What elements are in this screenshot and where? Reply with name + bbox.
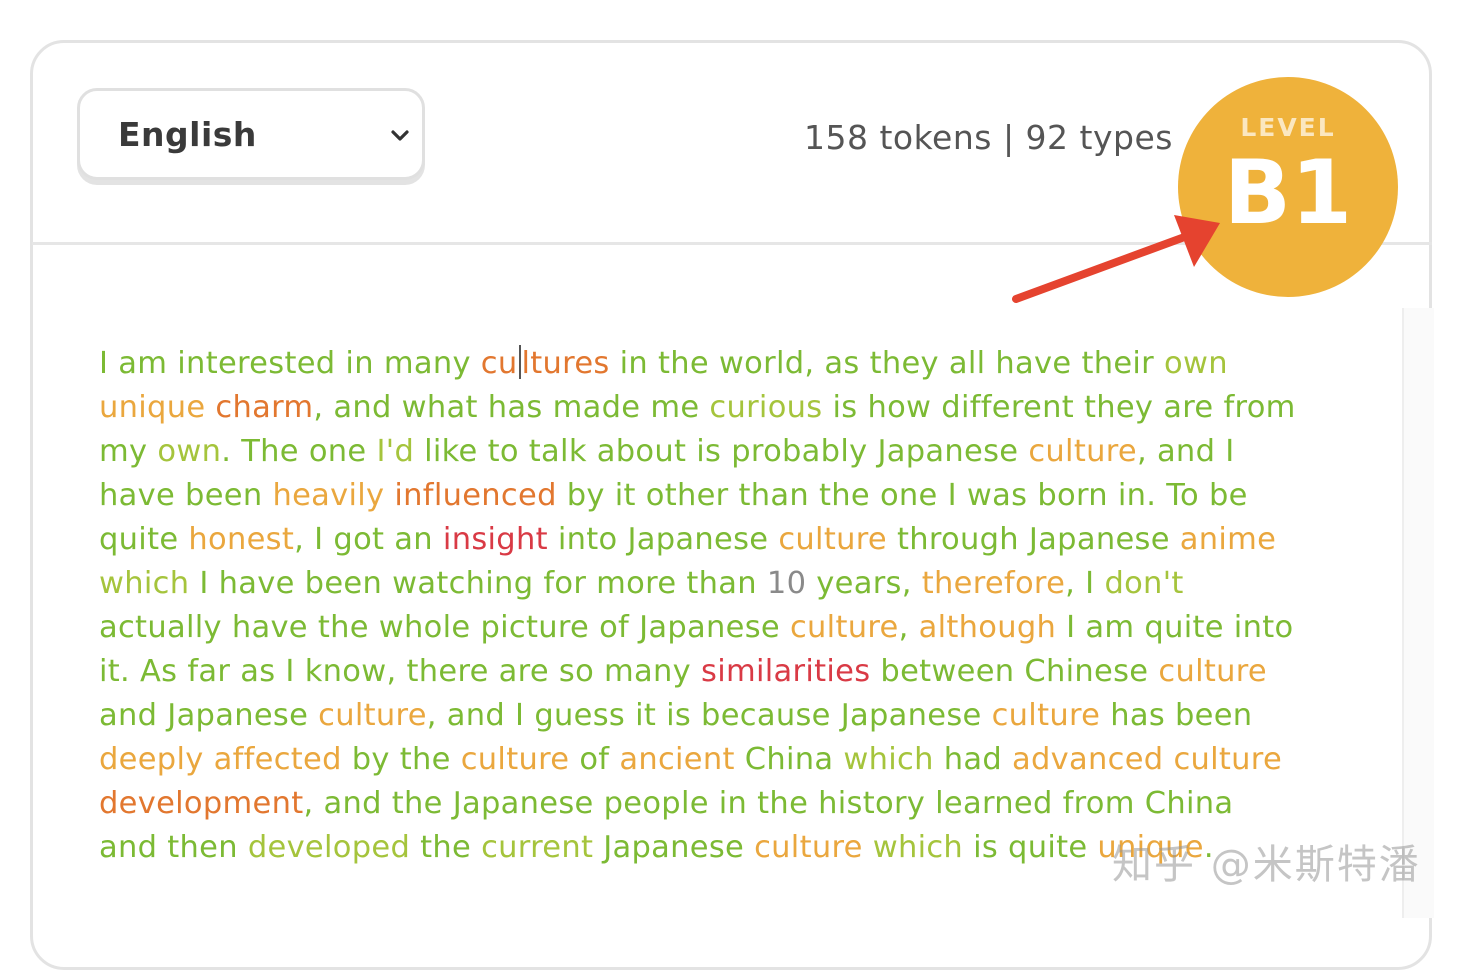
word-segment: influenced bbox=[394, 478, 557, 513]
word-segment: developed bbox=[247, 830, 411, 865]
text-line: and Japanese culture, and I guess it is … bbox=[99, 694, 1389, 738]
word-segment: charm bbox=[215, 390, 314, 425]
analyzed-text[interactable]: I am interested in many cu ltures in the … bbox=[99, 342, 1389, 870]
word-segment: into Japanese bbox=[547, 522, 779, 557]
word-segment: which bbox=[872, 830, 964, 865]
word-segment: and Japanese bbox=[99, 698, 319, 733]
word-segment: , and what has made me bbox=[313, 390, 710, 425]
word-segment bbox=[1163, 742, 1173, 777]
word-segment: culture bbox=[460, 742, 570, 777]
word-segment: is how different they are from bbox=[822, 390, 1296, 425]
text-line: it. As far as I know, there are so many … bbox=[99, 650, 1389, 694]
word-segment: , bbox=[898, 610, 919, 645]
word-segment: development bbox=[99, 786, 304, 821]
arrow-annotation-icon bbox=[1012, 215, 1220, 303]
word-segment: has been bbox=[1100, 698, 1253, 733]
word-segment: by it other than the one I was born in. … bbox=[556, 478, 1248, 513]
word-segment: years, bbox=[806, 566, 922, 601]
word-segment bbox=[863, 830, 873, 865]
word-segment: Japanese bbox=[593, 830, 755, 865]
level-label: LEVEL bbox=[1240, 113, 1336, 142]
word-segment: own bbox=[157, 434, 222, 469]
token-type-stats: 158 tokens | 92 types bbox=[804, 118, 1173, 157]
word-segment: , I bbox=[1065, 566, 1105, 601]
word-segment: through Japanese bbox=[886, 522, 1180, 557]
word-segment: although bbox=[918, 610, 1057, 645]
word-segment: , I got an bbox=[294, 522, 443, 557]
word-segment: which bbox=[843, 742, 934, 777]
text-line: actually have the whole picture of Japan… bbox=[99, 606, 1389, 650]
scrollbar-track[interactable] bbox=[1402, 308, 1434, 918]
word-segment: unique bbox=[99, 390, 206, 425]
text-line: my own. The one I'd like to talk about i… bbox=[99, 430, 1389, 474]
word-segment: affected bbox=[213, 742, 342, 777]
word-segment: I have been watching for more than bbox=[189, 566, 767, 601]
chevron-down-icon bbox=[391, 130, 409, 141]
word-segment: curious bbox=[709, 390, 823, 425]
word-segment bbox=[204, 742, 214, 777]
word-segment: advanced bbox=[1012, 742, 1164, 777]
word-segment: I'd bbox=[376, 434, 415, 469]
word-segment: therefore bbox=[921, 566, 1066, 601]
word-segment bbox=[384, 478, 394, 513]
word-segment: I am interested in many bbox=[99, 346, 481, 381]
text-line: have been heavily influenced by it other… bbox=[99, 474, 1389, 518]
word-segment: deeply bbox=[99, 742, 204, 777]
word-segment: honest bbox=[188, 522, 295, 557]
word-segment: by the bbox=[341, 742, 461, 777]
word-segment: my bbox=[99, 434, 158, 469]
word-segment: it. As far as I know, there are so many bbox=[99, 654, 702, 689]
word-segment: which bbox=[99, 566, 190, 601]
word-segment: , and the Japanese people in the history… bbox=[303, 786, 1234, 821]
word-segment: , and I guess it is because Japanese bbox=[426, 698, 992, 733]
word-segment: had bbox=[933, 742, 1013, 777]
word-segment: anime bbox=[1179, 522, 1277, 557]
text-line: which I have been watching for more than… bbox=[99, 562, 1389, 606]
word-segment: like to talk about is probably Japanese bbox=[414, 434, 1029, 469]
text-line: deeply affected by the culture of ancien… bbox=[99, 738, 1389, 782]
word-segment: of bbox=[569, 742, 620, 777]
word-segment: cu bbox=[480, 346, 518, 381]
word-segment: ancient bbox=[619, 742, 735, 777]
text-caret bbox=[518, 345, 521, 379]
word-segment: similarities bbox=[701, 654, 871, 689]
text-line: I am interested in many cu ltures in the … bbox=[99, 342, 1389, 386]
word-segment: culture bbox=[754, 830, 863, 865]
word-segment: insight bbox=[442, 522, 548, 557]
word-segment: between Chinese bbox=[870, 654, 1159, 689]
word-segment: culture bbox=[789, 610, 899, 645]
word-segment: is quite bbox=[963, 830, 1098, 865]
word-segment: culture bbox=[1173, 742, 1283, 777]
word-segment: I am quite into bbox=[1056, 610, 1294, 645]
text-line: unique charm, and what has made me curio… bbox=[99, 386, 1389, 430]
word-segment: culture bbox=[1028, 434, 1137, 469]
text-line: development, and the Japanese people in … bbox=[99, 782, 1389, 826]
word-segment: and then bbox=[99, 830, 248, 865]
language-select-value: English bbox=[118, 114, 257, 154]
word-segment: ltures bbox=[521, 346, 610, 381]
text-line: quite honest, I got an insight into Japa… bbox=[99, 518, 1389, 562]
word-segment: culture bbox=[1158, 654, 1267, 689]
word-segment: culture bbox=[778, 522, 887, 557]
word-segment: China bbox=[734, 742, 844, 777]
word-segment: culture bbox=[991, 698, 1101, 733]
word-segment: the bbox=[410, 830, 482, 865]
word-segment: culture bbox=[318, 698, 427, 733]
word-segment: own bbox=[1164, 346, 1228, 381]
word-segment bbox=[205, 390, 215, 425]
word-segment: . The one bbox=[221, 434, 377, 469]
watermark: 知乎 @米斯特潘 bbox=[1112, 842, 1421, 888]
word-segment: , and I bbox=[1136, 434, 1235, 469]
word-segment: current bbox=[481, 830, 594, 865]
word-segment: don't bbox=[1104, 566, 1184, 601]
word-segment: actually have the whole picture of Japan… bbox=[99, 610, 790, 645]
word-segment: heavily bbox=[272, 478, 385, 513]
word-segment: in the world, as they all have their bbox=[609, 346, 1165, 381]
word-segment: quite bbox=[99, 522, 189, 557]
word-segment: 10 bbox=[766, 566, 807, 601]
language-select[interactable]: English bbox=[77, 88, 425, 180]
word-segment: have been bbox=[99, 478, 273, 513]
